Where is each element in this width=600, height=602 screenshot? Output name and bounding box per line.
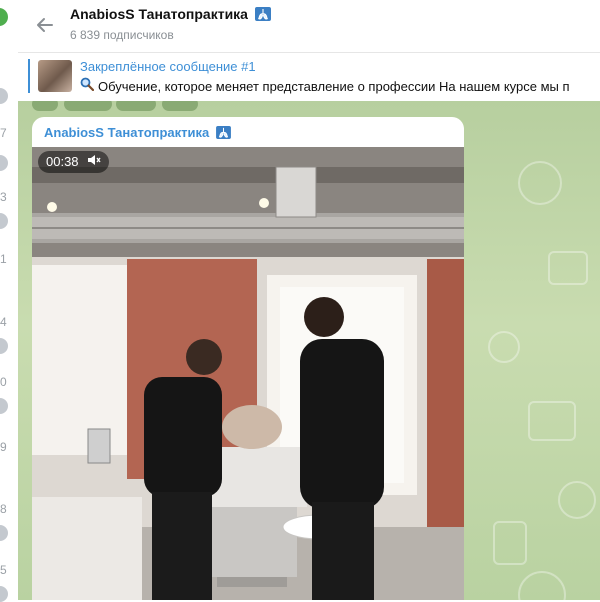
background-doodle xyxy=(528,401,576,441)
reaction-chip[interactable] xyxy=(116,101,156,111)
video-duration: 00:38 xyxy=(46,154,79,169)
reaction-chip[interactable] xyxy=(64,101,112,111)
video-player[interactable]: 00:38 xyxy=(32,147,464,600)
pinned-title: Закреплённое сообщение #1 xyxy=(80,59,256,74)
chat-list-edge: 7 3 1 4 0 9 8 5 xyxy=(0,0,18,602)
pinned-thumbnail xyxy=(38,60,72,92)
mute-badge xyxy=(0,398,8,414)
lungs-emoji-icon xyxy=(215,126,231,139)
message-bubble: AnabiosS Танатопрактика 00:38 xyxy=(32,117,464,600)
unread-count: 1 xyxy=(0,252,7,266)
background-doodle xyxy=(493,521,527,565)
unread-count: 8 xyxy=(0,502,7,516)
pinned-preview-text: Обучение, которое меняет представление о… xyxy=(98,79,570,94)
back-button[interactable] xyxy=(32,12,58,38)
chat-avatar[interactable] xyxy=(0,8,8,26)
unread-count: 4 xyxy=(0,315,7,329)
pinned-message-bar[interactable]: Закреплённое сообщение #1 Обучение, кото… xyxy=(18,53,600,101)
lungs-emoji-icon xyxy=(254,7,271,21)
mute-badge xyxy=(0,338,8,354)
arrow-left-icon xyxy=(37,18,53,32)
background-doodle xyxy=(558,481,596,519)
background-doodle xyxy=(548,251,588,285)
chat-area[interactable]: AnabiosS Танатопрактика 00:38 xyxy=(18,101,600,600)
video-frame xyxy=(32,147,464,600)
subscriber-count: 6 839 подписчиков xyxy=(70,28,174,42)
reaction-chip[interactable] xyxy=(162,101,198,111)
mute-badge xyxy=(0,155,8,171)
unread-count: 0 xyxy=(0,375,7,389)
background-doodle xyxy=(518,571,566,600)
reaction-chip[interactable] xyxy=(32,101,58,111)
channel-title-text: AnabiosS Танатопрактика xyxy=(70,6,248,22)
message-author[interactable]: AnabiosS Танатопрактика xyxy=(44,125,231,140)
mute-badge xyxy=(0,525,8,541)
magnifier-emoji-icon xyxy=(80,77,95,94)
channel-header: AnabiosS Танатопрактика 6 839 подписчико… xyxy=(18,0,600,53)
background-doodle xyxy=(488,331,520,363)
speaker-muted-icon[interactable] xyxy=(87,151,101,173)
mute-badge xyxy=(0,213,8,229)
pinned-preview: Обучение, которое меняет представление о… xyxy=(80,77,570,94)
channel-title[interactable]: AnabiosS Танатопрактика xyxy=(70,6,271,22)
pinned-indicator xyxy=(28,59,30,93)
unread-count: 9 xyxy=(0,440,7,454)
message-author-text: AnabiosS Танатопрактика xyxy=(44,125,210,140)
mute-badge xyxy=(0,88,8,104)
unread-count: 5 xyxy=(0,563,7,577)
unread-count: 7 xyxy=(0,126,7,140)
unread-count: 3 xyxy=(0,190,7,204)
background-doodle xyxy=(518,161,562,205)
video-duration-badge[interactable]: 00:38 xyxy=(38,151,110,173)
